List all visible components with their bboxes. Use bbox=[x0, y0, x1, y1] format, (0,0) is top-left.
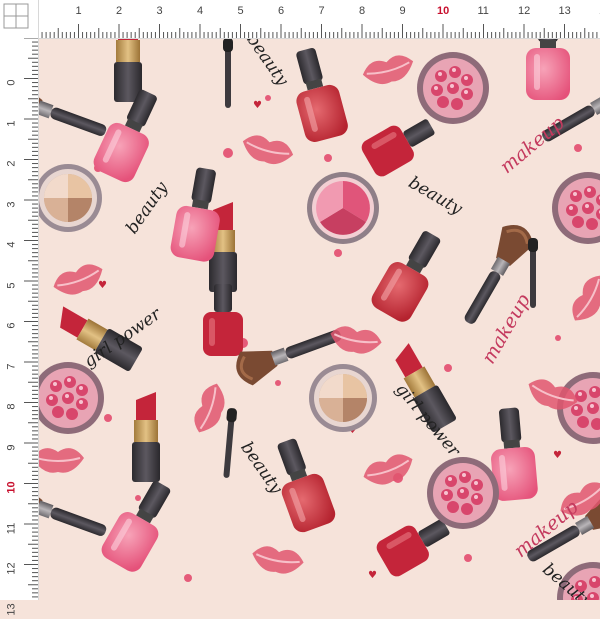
left-ruler-label: 6 bbox=[5, 322, 18, 329]
top-ruler-label: 5 bbox=[237, 5, 244, 17]
left-ruler-label: 10 bbox=[5, 481, 18, 494]
top-ruler-label: 11 bbox=[477, 5, 489, 17]
svg-text:♥: ♥ bbox=[98, 280, 107, 291]
svg-text:♥: ♥ bbox=[368, 570, 377, 581]
left-ruler-label: 4 bbox=[5, 241, 18, 248]
left-ruler: 0 1 2 3 4 5 6 7 8 9 10 11 12 13 bbox=[0, 0, 39, 615]
left-ruler-label: 3 bbox=[5, 200, 18, 208]
left-ruler-label: 11 bbox=[5, 522, 18, 534]
left-ruler-label: 7 bbox=[5, 362, 18, 370]
top-ruler-label: 9 bbox=[399, 5, 406, 17]
mascara-item bbox=[221, 38, 538, 479]
fabric-pattern: ♥♥♥ ♥♥♥ ♥♥ bbox=[38, 38, 600, 600]
top-ruler-label: 6 bbox=[278, 5, 285, 17]
left-ruler-label: 8 bbox=[5, 403, 18, 410]
left-ruler-label: 12 bbox=[5, 562, 18, 575]
top-ruler-label: 4 bbox=[197, 5, 204, 17]
top-ruler-label: 12 bbox=[518, 5, 531, 17]
top-ruler-ticks bbox=[37, 24, 598, 38]
top-ruler-label: 3 bbox=[156, 5, 163, 17]
top-ruler-label: 1 bbox=[75, 5, 82, 17]
ruler-corner bbox=[0, 0, 38, 38]
top-ruler-label: 10 bbox=[437, 5, 450, 17]
top-ruler-label: 2 bbox=[116, 5, 123, 17]
left-ruler-label: 13 bbox=[5, 602, 18, 616]
ruler-corner-mark bbox=[3, 3, 29, 29]
left-ruler-label: 5 bbox=[5, 281, 18, 289]
left-ruler-label: 2 bbox=[5, 160, 18, 167]
left-ruler-label: 9 bbox=[5, 443, 18, 451]
top-ruler-label: 7 bbox=[318, 5, 325, 17]
top-ruler-label: 8 bbox=[359, 5, 366, 17]
svg-text:♥: ♥ bbox=[553, 450, 562, 461]
left-ruler-label: 1 bbox=[5, 119, 18, 127]
top-ruler-label: 13 bbox=[558, 5, 571, 17]
left-ruler-label: 0 bbox=[5, 79, 18, 86]
top-ruler: 1234567891011121314 bbox=[0, 0, 600, 39]
svg-text:♥: ♥ bbox=[253, 100, 262, 111]
